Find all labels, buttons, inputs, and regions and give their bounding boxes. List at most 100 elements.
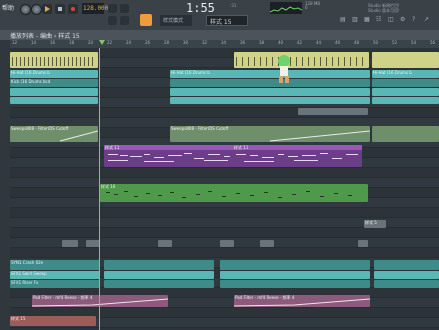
clip-label: 样式 11 (234, 145, 249, 150)
cpu-voices: 0 (305, 5, 308, 10)
bar-number: 38 (259, 40, 265, 45)
clip-swirl[interactable] (104, 271, 214, 279)
cpu-meter (269, 2, 303, 14)
bar-number: 24 (126, 40, 132, 45)
plugin-icon[interactable]: ⚙ (400, 16, 405, 23)
clip-automation[interactable]: Sweeps808 - Filter/DS Cutoff (170, 126, 370, 142)
master-volume-knob[interactable] (20, 4, 31, 15)
clip-crash[interactable]: SYN1 Crash 02e (10, 260, 100, 270)
clip-grey[interactable] (62, 240, 78, 247)
playhead-line[interactable] (99, 48, 100, 330)
menu-help[interactable]: 帮助 (2, 3, 14, 12)
bar-number: 20 (88, 40, 94, 45)
play-button[interactable] (42, 4, 52, 14)
browser-icon[interactable]: ◫ (388, 16, 394, 23)
clip-label: Kick (16 Drums bcd (11, 79, 51, 84)
master-pitch-knob[interactable] (31, 4, 42, 15)
pattern-select[interactable]: 样式 15 (206, 15, 248, 26)
clip-hihat[interactable]: Hi-Hat (16 Drums b (372, 70, 439, 78)
bar-number: 30 (183, 40, 189, 45)
clip-label: SFX1 Riser Fx (11, 280, 39, 285)
clip-snare[interactable] (372, 88, 439, 96)
clip-riser[interactable] (374, 280, 439, 288)
blend-icon[interactable] (120, 16, 129, 25)
clip-melody[interactable]: 样式 11 样式 11 (104, 145, 362, 167)
track-row[interactable] (10, 248, 439, 258)
track-row[interactable] (10, 108, 439, 118)
clip-pattern-15[interactable]: 样式 15 (10, 316, 96, 326)
clip-swirl[interactable] (220, 271, 370, 279)
clip-perc[interactable] (372, 97, 439, 104)
clip-label: SFX1 Swirl Sweep (11, 271, 47, 276)
clip-pattern-16[interactable]: 样式 16 (100, 184, 368, 202)
pencil-icon[interactable] (140, 14, 152, 26)
snap-icon[interactable] (108, 16, 117, 25)
help-icon[interactable]: ? (412, 16, 415, 23)
tempo-display[interactable]: 128.000 (82, 3, 108, 14)
playhead-marker[interactable] (99, 40, 105, 45)
timeline-ruler[interactable]: 12 14 16 18 20 22 24 26 28 30 32 34 36 3… (10, 40, 439, 48)
clip-hihat[interactable]: Hi-Hat (16 Drums b (170, 70, 370, 78)
bar-number: 34 (221, 40, 227, 45)
news-panel[interactable]: Studio 新闻栏目! Studio 版本可用! (368, 3, 400, 13)
clip-perc[interactable] (10, 97, 98, 104)
clip-pattern (12, 57, 93, 66)
clip-riser[interactable]: SFX1 Riser Fx (10, 280, 100, 288)
clip-header (104, 145, 362, 150)
clip-grey[interactable] (86, 240, 100, 247)
clip-label: 样式 15 (11, 316, 26, 321)
track-header-strip (0, 40, 10, 330)
channel-rack-icon[interactable]: ▦ (364, 16, 370, 23)
piano-roll-icon[interactable]: ▥ (352, 16, 358, 23)
wait-icon[interactable] (120, 4, 129, 13)
clip-yellow[interactable] (10, 52, 98, 68)
bar-number: 16 (50, 40, 56, 45)
stop-button[interactable] (55, 4, 65, 14)
clip-grey[interactable] (158, 240, 172, 247)
track-row[interactable] (10, 168, 439, 178)
clip-perc[interactable] (170, 97, 370, 104)
record-button[interactable] (68, 4, 78, 14)
playlist-grid[interactable]: Hi-Hat (16 Drums b Hi-Hat (16 Drums b Hi… (10, 48, 439, 330)
clip-kick[interactable] (170, 79, 370, 87)
clip-yellow[interactable] (372, 52, 439, 68)
clip-grey[interactable] (298, 108, 368, 115)
playlist-titlebar: 播放列表 - 编曲 › 样式 15 (0, 30, 439, 40)
clip-crash[interactable] (104, 260, 214, 270)
clip-grey[interactable] (260, 240, 274, 247)
clip-pattern-5[interactable]: 样式 5 (364, 220, 386, 228)
clip-pad-filter[interactable]: Pad Filter - mf4 Reese - 频率 4 (234, 295, 370, 307)
clip-crash[interactable] (220, 260, 370, 270)
metronome-icon[interactable] (108, 4, 117, 13)
clip-label: Sweeps808 - Filter/DS Cutoff (11, 126, 69, 131)
bar-number: 14 (31, 40, 37, 45)
mode-select[interactable]: 样式模式 (160, 15, 192, 26)
track-row[interactable] (10, 228, 439, 238)
bar-number: 36 (240, 40, 246, 45)
clip-riser[interactable] (220, 280, 370, 288)
clip-grey[interactable] (220, 240, 234, 247)
bar-number: 54 (411, 40, 417, 45)
clip-kick[interactable]: Kick (16 Drums bcd (10, 79, 98, 87)
bar-number: 32 (202, 40, 208, 45)
clip-grey[interactable] (358, 240, 368, 247)
clip-kick[interactable] (372, 79, 439, 87)
clip-swirl[interactable] (374, 271, 439, 279)
clip-riser[interactable] (104, 280, 214, 288)
clip-snare[interactable] (10, 88, 98, 96)
mixer-icon[interactable]: ☷ (376, 16, 381, 23)
clip-automation[interactable] (372, 126, 439, 142)
cursor-icon[interactable]: ↗ (424, 16, 429, 23)
clip-yellow[interactable] (234, 52, 369, 68)
clip-snare[interactable] (170, 88, 370, 96)
window-title: 播放列表 - 编曲 › 样式 15 (10, 33, 80, 40)
clip-label: Pad Filter - mf4 Reese - 频率 4 (33, 295, 93, 300)
playlist-icon[interactable]: ▤ (340, 16, 346, 23)
clip-pad-filter[interactable]: Pad Filter - mf4 Reese - 频率 4 (32, 295, 168, 307)
clip-hihat[interactable]: Hi-Hat (16 Drums b (10, 70, 98, 78)
clip-crash[interactable] (374, 260, 439, 270)
clip-swirl[interactable]: SFX1 Swirl Sweep (10, 271, 100, 279)
clip-automation[interactable]: Sweeps808 - Filter/DS Cutoff (10, 126, 98, 142)
pattern-notes (106, 191, 352, 198)
track-row[interactable] (10, 208, 439, 218)
